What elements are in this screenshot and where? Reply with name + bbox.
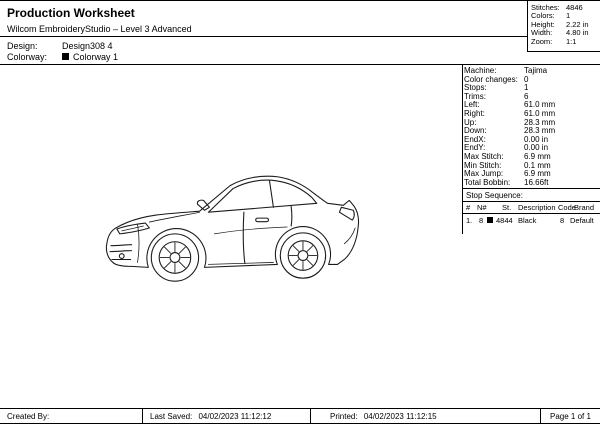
footer-printed: Printed: 04/02/2023 11:12:15 <box>330 412 437 421</box>
col-header-description: Description <box>518 203 556 212</box>
footer-last-saved-value: 04/02/2023 11:12:12 <box>198 412 271 421</box>
thread-color-chip <box>487 217 493 223</box>
design-preview-car <box>98 161 374 291</box>
footer-printed-value: 04/02/2023 11:12:15 <box>364 412 437 421</box>
machine-info-row: Total Bobbin: 16.66ft <box>464 179 600 188</box>
design-label: Design: <box>7 41 38 51</box>
col-header-num: # <box>466 203 470 212</box>
divider <box>462 201 600 202</box>
col-header-needle: N# <box>477 203 487 212</box>
divider <box>0 408 600 409</box>
divider <box>310 408 311 424</box>
design-preview <box>98 161 374 291</box>
stat-label: Zoom: <box>531 38 566 46</box>
stop-row-num: 1. <box>466 216 472 225</box>
design-stats-box: Stitches: 4846 Colors: 1 Height: 2.22 in… <box>527 1 600 52</box>
col-header-brand: Brand <box>574 203 594 212</box>
footer-page-number: Page 1 of 1 <box>550 412 591 421</box>
app-subtitle: Wilcom EmbroideryStudio – Level 3 Advanc… <box>7 24 192 34</box>
col-header-stitches: St. <box>502 203 511 212</box>
design-value: Design308 4 <box>62 41 113 51</box>
stat-row: Zoom: 1:1 <box>531 38 600 46</box>
stop-sequence-section: Stop Sequence: # N# St. Description Code… <box>462 188 600 238</box>
divider <box>142 408 143 424</box>
footer-printed-label: Printed: <box>330 412 358 421</box>
divider <box>0 36 527 37</box>
stop-sequence-title: Stop Sequence: <box>466 191 523 200</box>
colorway-label: Colorway: <box>7 52 47 62</box>
colorway-color-chip <box>62 53 69 60</box>
footer-last-saved: Last Saved: 04/02/2023 11:12:12 <box>150 412 271 421</box>
footer-created-by-label: Created By: <box>7 412 49 421</box>
machine-info-value: 16.66ft <box>524 179 548 188</box>
stat-value: 1:1 <box>566 38 576 46</box>
machine-info-label: Total Bobbin: <box>464 179 524 188</box>
stop-row-brand: Default <box>570 216 594 225</box>
stop-row-needle: 8 <box>479 216 483 225</box>
stop-row-code: 8 <box>560 216 564 225</box>
divider <box>0 64 600 65</box>
divider <box>462 188 600 189</box>
colorway-value: Colorway 1 <box>73 52 118 62</box>
page-title: Production Worksheet <box>7 6 135 20</box>
machine-info-panel: Machine: Tajima Color changes: 0 Stops: … <box>464 67 600 187</box>
divider <box>462 213 600 214</box>
worksheet-page: Production Worksheet Wilcom EmbroiderySt… <box>0 0 600 424</box>
divider <box>540 408 541 424</box>
stop-row-stitches: 4844 <box>496 216 513 225</box>
footer-last-saved-label: Last Saved: <box>150 412 192 421</box>
stop-row-description: Black <box>518 216 536 225</box>
